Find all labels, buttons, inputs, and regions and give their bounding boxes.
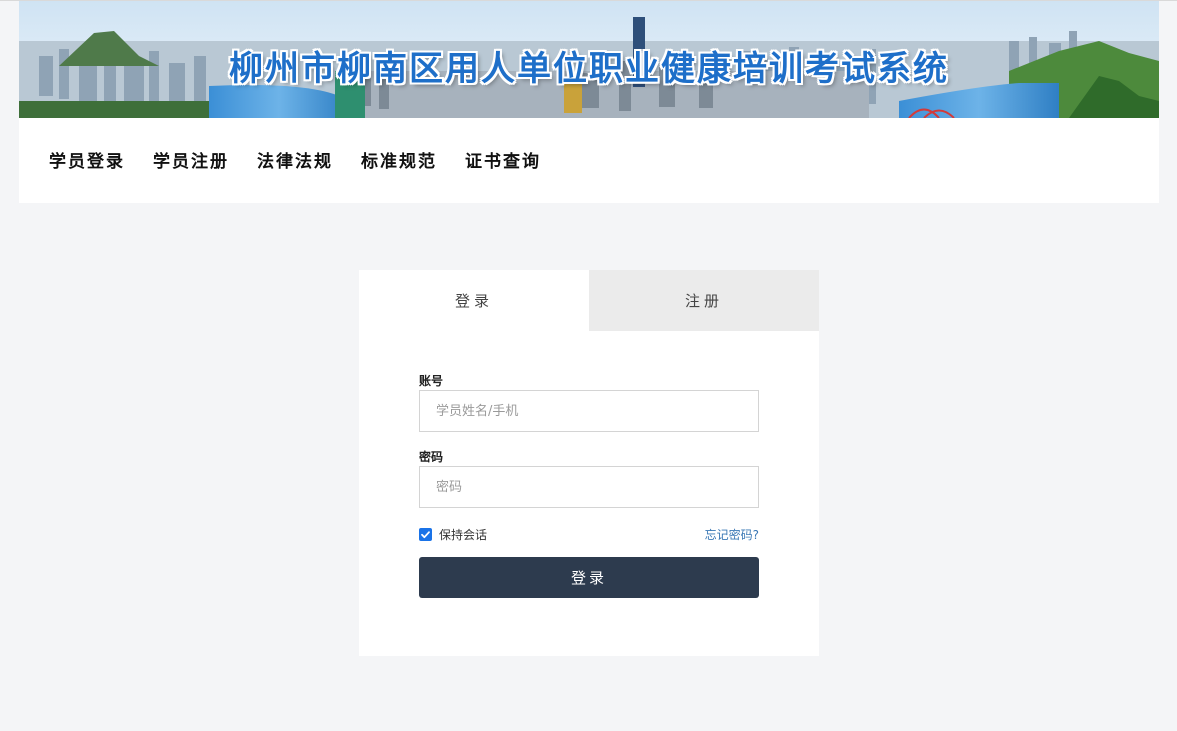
check-icon bbox=[421, 530, 430, 538]
nav-student-register[interactable]: 学员注册 bbox=[153, 147, 229, 172]
banner: 柳州市柳南区用人单位职业健康培训考试系统 bbox=[19, 1, 1159, 118]
remember-label: 保持会话 bbox=[439, 527, 488, 542]
login-form: 账号 密码 保持会话 忘记密码? 登录 bbox=[419, 372, 759, 598]
nav-laws-regulations[interactable]: 法律法规 bbox=[257, 147, 333, 172]
banner-title: 柳州市柳南区用人单位职业健康培训考试系统 bbox=[229, 49, 949, 89]
nav-student-login[interactable]: 学员登录 bbox=[49, 147, 125, 172]
account-input[interactable] bbox=[419, 390, 759, 432]
main-nav: 学员登录 学员注册 法律法规 标准规范 证书查询 bbox=[49, 147, 569, 172]
login-button[interactable]: 登录 bbox=[419, 557, 759, 598]
remember-checkbox[interactable] bbox=[419, 527, 432, 541]
password-label: 密码 bbox=[419, 450, 444, 464]
site-header: 柳州市柳南区用人单位职业健康培训考试系统 学员登录 学员注册 法律法规 标准规范… bbox=[19, 1, 1159, 203]
auth-tabs: 登录 注册 bbox=[359, 270, 819, 331]
nav-certificate-query[interactable]: 证书查询 bbox=[465, 147, 541, 172]
account-label: 账号 bbox=[419, 374, 444, 388]
remember-session: 保持会话 bbox=[419, 526, 487, 543]
tab-register[interactable]: 注册 bbox=[589, 270, 819, 331]
forgot-password-link[interactable]: 忘记密码? bbox=[705, 526, 759, 543]
options-row: 保持会话 忘记密码? bbox=[419, 524, 759, 544]
tab-login[interactable]: 登录 bbox=[359, 270, 589, 331]
login-card: 登录 注册 账号 密码 保持会话 忘记密码? 登录 bbox=[359, 270, 819, 656]
nav-standards[interactable]: 标准规范 bbox=[361, 147, 437, 172]
password-input[interactable] bbox=[419, 466, 759, 508]
